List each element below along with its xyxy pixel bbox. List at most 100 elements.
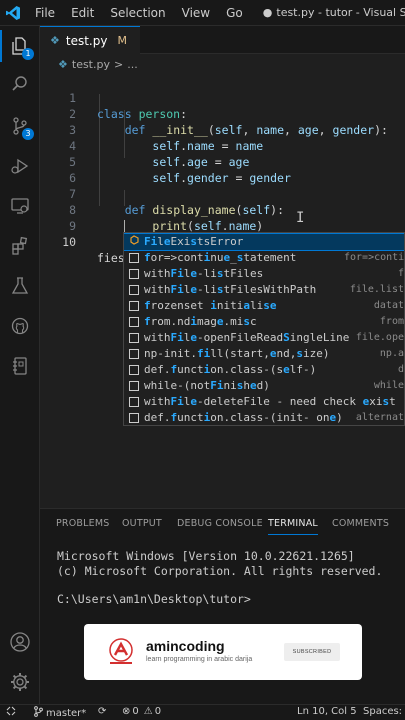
mouse-ibeam-cursor: I <box>296 210 305 226</box>
snippet-icon <box>129 397 139 407</box>
breadcrumb-file[interactable]: test.py <box>72 58 110 71</box>
suggestion-detail: for=>contir <box>344 252 404 263</box>
suggestion-detail: f <box>397 268 404 279</box>
menu-selection[interactable]: Selection <box>102 6 173 20</box>
suggestion-label: withFile-openFileReadSingleLine <box>144 331 350 344</box>
menu-view[interactable]: View <box>174 6 218 20</box>
code-line: 4 self.age = age <box>40 122 405 169</box>
suggestion-detail: from <box>379 316 404 327</box>
problems-status[interactable]: ⊗ 0 ⚠ 0 <box>122 706 161 717</box>
sync-icon[interactable]: ⟳ <box>98 706 106 717</box>
git-branch-icon <box>34 706 43 720</box>
suggestion-label: withFile-listFilesWithPath <box>144 283 317 296</box>
remote-explorer-icon[interactable] <box>0 190 40 222</box>
suggestion-label: withFile-deleteFile - need check exist <box>144 395 396 408</box>
tab-label: test.py <box>65 33 108 48</box>
error-count: 0 <box>132 706 139 717</box>
account-icon[interactable] <box>0 626 40 658</box>
explorer-badge: 1 <box>22 48 34 60</box>
code-line: 2 def __init__(self, name, age, gender): <box>40 90 405 137</box>
suggestion-detail: alternat <box>355 412 404 423</box>
suggestion-item[interactable]: np-init.fill(start,end,size) np.a <box>124 346 404 362</box>
breadcrumb-symbols[interactable]: ... <box>127 58 138 71</box>
channel-name: amincoding <box>146 638 225 654</box>
snippet-icon <box>129 333 139 343</box>
terminal-line: (c) Microsoft Corporation. All rights re… <box>57 564 383 578</box>
testing-icon[interactable] <box>0 270 40 302</box>
terminal-line: Microsoft Windows [Version 10.0.22621.12… <box>57 549 355 563</box>
python-file-icon: ❖ <box>50 34 60 47</box>
tab-terminal[interactable]: TERMINAL <box>268 518 318 535</box>
suggestion-item[interactable]: while-(notFinished) while <box>124 378 404 394</box>
suggestion-label: def.function.class-(init- one) <box>144 411 343 424</box>
panel-tab-bar: PROBLEMS OUTPUT DEBUG CONSOLE TERMINAL C… <box>40 509 405 537</box>
snippet-icon <box>129 381 139 391</box>
code-line: 7 def display_name(self): <box>40 170 405 217</box>
snippet-icon <box>129 301 139 311</box>
autocomplete-suggestions: FileExistsError for=>continue_statement … <box>123 232 405 426</box>
source-control-badge: 3 <box>22 128 34 140</box>
suggestion-label: withFile-listFiles <box>144 267 264 280</box>
suggestion-item[interactable]: def.function.class-(init- one) alternat <box>124 410 404 425</box>
indentation-status[interactable]: Spaces: 4 <box>363 706 405 717</box>
editor-tab-bar: ❖ test.py M <box>40 26 405 54</box>
github-icon[interactable] <box>0 310 40 342</box>
explorer-icon[interactable]: 1 <box>0 30 40 62</box>
vscode-logo-icon <box>0 0 27 26</box>
code-line: 1 class person: <box>40 74 405 121</box>
activity-bar: 1 3 <box>0 26 40 704</box>
terminal-prompt[interactable]: C:\Users\am1n\Desktop\tutor> <box>57 592 251 606</box>
menu-go[interactable]: Go <box>218 6 251 20</box>
channel-logo <box>106 638 136 666</box>
suggestion-item[interactable]: for=>continue_statement for=>contir <box>124 250 404 266</box>
settings-gear-icon[interactable] <box>0 666 40 698</box>
tab-test-py[interactable]: ❖ test.py M <box>40 26 140 54</box>
code-line: 3 self.name = name <box>40 106 405 153</box>
suggestion-label: from.ndimage.misc <box>144 315 257 328</box>
suggestion-item[interactable]: withFile-openFileReadSingleLine file.ope <box>124 330 404 346</box>
suggestion-detail: datat <box>373 300 404 311</box>
extensions-icon[interactable] <box>0 230 40 262</box>
notebook-icon[interactable] <box>0 350 40 382</box>
suggestion-item[interactable]: withFile-deleteFile - need check exist <box>124 394 404 410</box>
menu-file[interactable]: File <box>27 6 63 20</box>
suggestion-item[interactable]: frozenset initialise datat <box>124 298 404 314</box>
tab-comments[interactable]: COMMENTS <box>332 518 389 529</box>
channel-overlay-card: amincoding learn programming in arabic d… <box>84 624 362 680</box>
window-title: ●test.py - tutor - Visual Studio Co <box>263 6 405 19</box>
breadcrumb: ❖ test.py > ... <box>40 54 405 74</box>
tab-output[interactable]: OUTPUT <box>122 518 162 529</box>
source-control-icon[interactable]: 3 <box>0 110 40 142</box>
run-debug-icon[interactable] <box>0 150 40 182</box>
remote-indicator[interactable] <box>6 706 16 716</box>
class-icon <box>129 235 139 245</box>
breadcrumb-separator: > <box>114 57 124 71</box>
suggestion-item[interactable]: withFile-listFiles f <box>124 266 404 282</box>
suggestion-item[interactable]: from.ndimage.misc from <box>124 314 404 330</box>
warning-icon: ⚠ <box>143 706 153 717</box>
snippet-icon <box>129 365 139 375</box>
search-icon[interactable] <box>0 68 40 100</box>
tab-modified-indicator: M <box>117 34 127 47</box>
suggestion-label: def.function.class-(self-) <box>144 363 317 376</box>
tab-debug-console[interactable]: DEBUG CONSOLE <box>177 518 263 529</box>
suggestion-detail: d <box>397 364 404 375</box>
branch-name: master* <box>46 707 87 719</box>
title-bar: File Edit Selection View Go ● test.py - t… <box>0 0 405 26</box>
subscribed-button[interactable]: SUBSCRIBED <box>284 643 340 661</box>
suggestion-item[interactable]: FileExistsError <box>124 233 404 251</box>
warning-count: 0 <box>154 706 162 717</box>
channel-description: learn programming in arabic darija <box>146 656 253 663</box>
code-line: 8 print(self.name) <box>40 186 405 233</box>
snippet-icon <box>129 349 139 359</box>
tab-problems[interactable]: PROBLEMS <box>56 518 109 529</box>
menu-edit[interactable]: Edit <box>63 6 102 20</box>
suggestion-item[interactable]: withFile-listFilesWithPath file.list <box>124 282 404 298</box>
cursor-position[interactable]: Ln 10, Col 5 <box>297 706 357 717</box>
branch-status[interactable]: master* <box>34 706 86 720</box>
snippet-icon <box>129 253 139 263</box>
python-file-icon: ❖ <box>58 57 68 71</box>
suggestion-label: for=>continue_statement <box>144 251 297 264</box>
snippet-icon <box>129 413 139 423</box>
suggestion-item[interactable]: def.function.class-(self-) d <box>124 362 404 378</box>
